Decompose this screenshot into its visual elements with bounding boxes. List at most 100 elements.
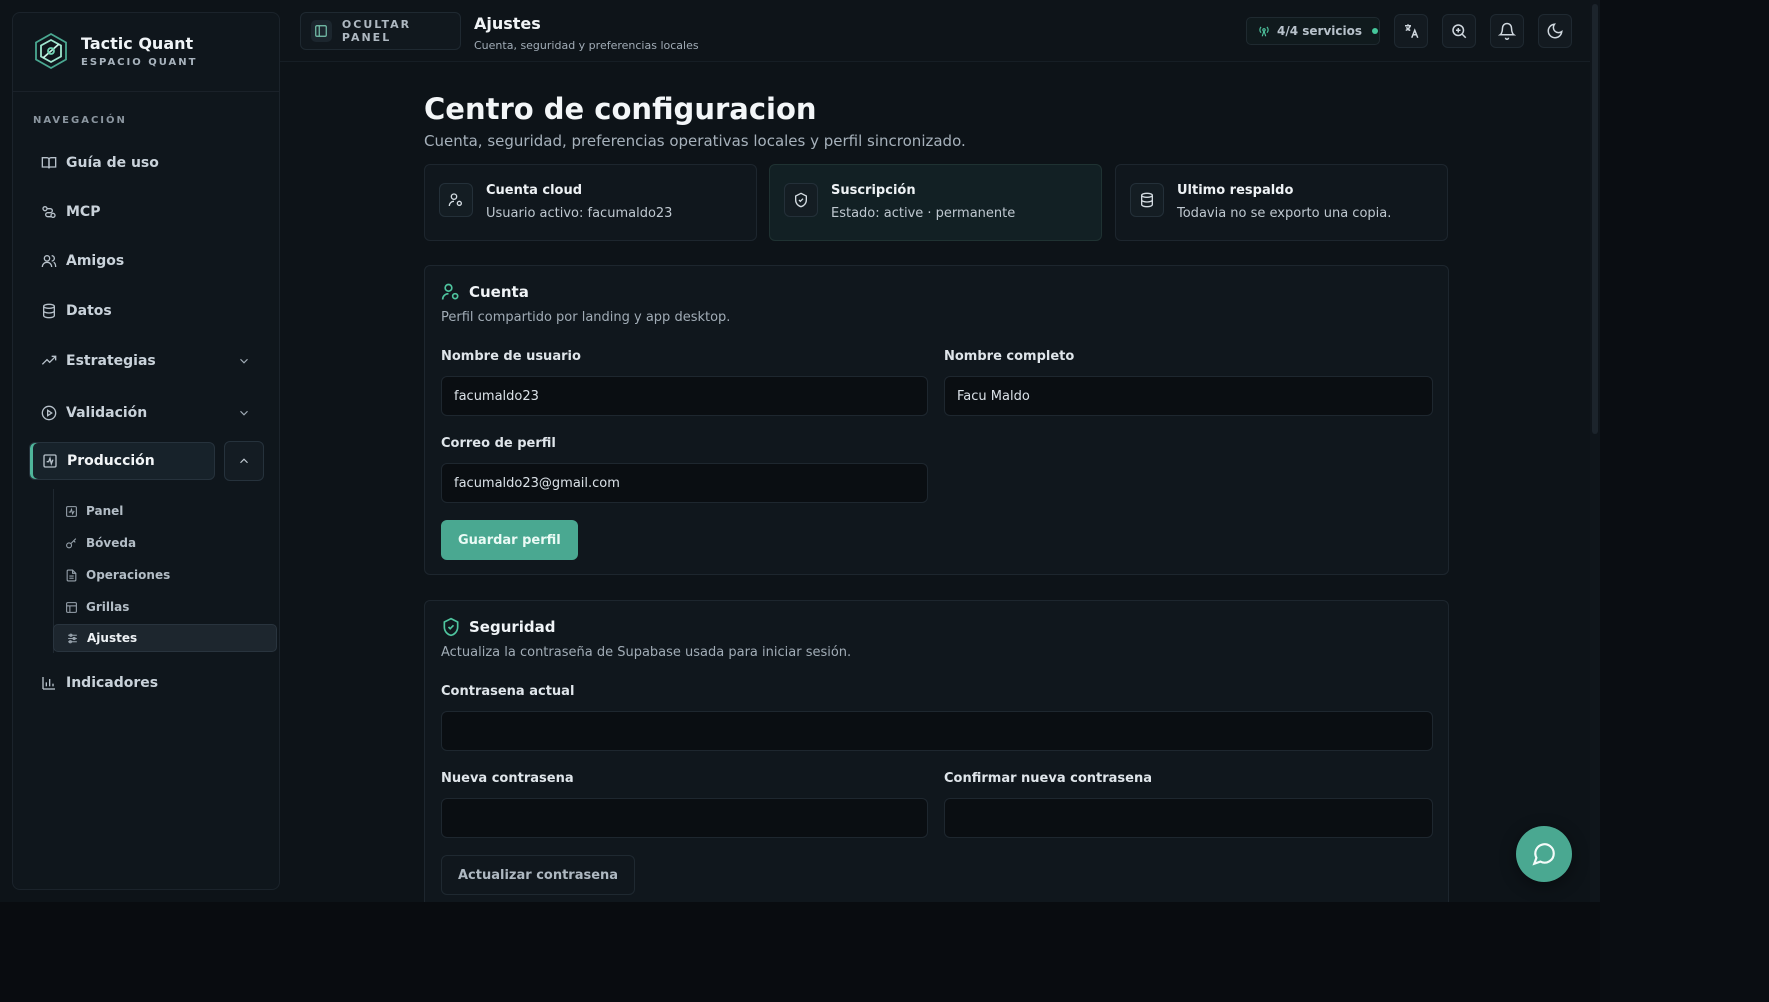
- chevron-down-icon: [240, 358, 248, 364]
- brand-title: Tactic Quant: [81, 34, 194, 53]
- chevron-up-icon: [240, 458, 248, 464]
- chevron-down-icon: [240, 410, 248, 416]
- bell-icon: [1498, 22, 1516, 40]
- username-input[interactable]: [441, 376, 928, 416]
- antenna-icon: [1259, 26, 1269, 37]
- file-text-icon: [66, 569, 77, 581]
- save-profile-button[interactable]: Guardar perfil: [441, 520, 578, 560]
- brand-logo-icon: [35, 32, 67, 70]
- stat-value: Estado: active · permanente: [831, 206, 1016, 221]
- brand-subtitle: ESPACIO QUANT: [81, 57, 198, 68]
- stat-card-cloud-account: Cuenta cloud Usuario activo: facumaldo23: [424, 164, 757, 241]
- key-icon: [66, 537, 77, 548]
- stat-title: Suscripción: [831, 183, 916, 198]
- activity-square-icon: [43, 454, 57, 468]
- confirm-password-input[interactable]: [944, 798, 1433, 838]
- panel-title-text: Seguridad: [469, 618, 556, 636]
- theme-toggle-button[interactable]: [1538, 14, 1572, 48]
- services-status-text: 4/4 servicios: [1277, 24, 1363, 38]
- page-subtitle: Cuenta, seguridad y preferencias locales: [474, 39, 699, 52]
- main-subtitle: Cuenta, seguridad, preferencias operativ…: [424, 132, 966, 150]
- sidebar-item-datos[interactable]: Datos: [29, 292, 263, 330]
- sidebar-subitem-label: Panel: [86, 504, 124, 518]
- activity-square-icon: [66, 505, 77, 517]
- play-circle-icon: [41, 405, 57, 421]
- divider: [13, 91, 279, 92]
- security-panel-title: Seguridad: [441, 617, 556, 637]
- fullname-input[interactable]: [944, 376, 1433, 416]
- sidebar-subitem-label: Grillas: [86, 600, 130, 614]
- chat-button[interactable]: [1516, 826, 1572, 882]
- nav-heading: NAVEGACIÓN: [33, 115, 127, 126]
- sidebar-subitem-label: Bóveda: [86, 536, 137, 550]
- language-button[interactable]: [1394, 14, 1428, 48]
- sidebar-item-mcp[interactable]: MCP: [29, 193, 263, 231]
- sidebar-item-label: MCP: [66, 204, 101, 220]
- sidebar-item-estrategias[interactable]: Estrategias: [29, 342, 263, 380]
- page-header: Ajustes Cuenta, seguridad y preferencias…: [474, 14, 699, 52]
- stat-card-subscription: Suscripción Estado: active · permanente: [769, 164, 1102, 241]
- sidebar-item-label: Validación: [66, 405, 148, 421]
- username-label: Nombre de usuario: [441, 349, 581, 364]
- sidebar-item-label: Producción: [67, 453, 155, 469]
- current-password-label: Contrasena actual: [441, 684, 575, 699]
- sidebar-subitem-grillas[interactable]: Grillas: [53, 593, 277, 621]
- bar-chart-icon: [42, 677, 55, 690]
- topbar: OCULTAR PANEL Ajustes Cuenta, seguridad …: [280, 0, 1590, 62]
- shield-check-icon: [443, 617, 459, 637]
- sidebar-item-produccion[interactable]: Producción: [29, 442, 215, 480]
- sliders-icon: [68, 633, 77, 643]
- sidebar-item-amigos[interactable]: Amigos: [29, 242, 263, 280]
- sidebar-subitem-boveda[interactable]: Bóveda: [53, 529, 277, 557]
- sidebar-item-label: Indicadores: [66, 675, 159, 691]
- sidebar-item-label: Amigos: [66, 253, 125, 269]
- services-status-badge[interactable]: 4/4 servicios: [1246, 17, 1380, 45]
- sidebar-subitem-label: Ajustes: [87, 631, 138, 645]
- email-label: Correo de perfil: [441, 436, 556, 451]
- sidebar-item-validacion[interactable]: Validación: [29, 394, 263, 432]
- trending-up-icon: [41, 355, 57, 365]
- produccion-collapse-button[interactable]: [224, 441, 264, 481]
- stat-title: Ultimo respaldo: [1177, 183, 1294, 198]
- notifications-button[interactable]: [1490, 14, 1524, 48]
- app-window: Tactic Quant ESPACIO QUANT NAVEGACIÓN Gu…: [0, 0, 1600, 920]
- confirm-password-label: Confirmar nueva contrasena: [944, 771, 1152, 786]
- stat-value: Todavia no se exporto una copia.: [1177, 206, 1392, 221]
- route-icon: [42, 206, 56, 218]
- sidebar-subitem-ajustes[interactable]: Ajustes: [53, 624, 277, 652]
- new-password-input[interactable]: [441, 798, 928, 838]
- sidebar-subitem-operaciones[interactable]: Operaciones: [53, 561, 277, 589]
- sidebar-subitem-label: Operaciones: [86, 568, 171, 582]
- sidebar-item-indicadores[interactable]: Indicadores: [29, 664, 263, 702]
- new-password-label: Nueva contrasena: [441, 771, 574, 786]
- zoom-button[interactable]: [1442, 14, 1476, 48]
- panel-left-icon: [311, 20, 332, 42]
- sidebar-subitem-panel[interactable]: Panel: [53, 497, 277, 525]
- hide-panel-label: OCULTAR PANEL: [341, 18, 412, 44]
- scrollbar-thumb[interactable]: [1592, 4, 1598, 434]
- outer-background: [0, 902, 1769, 1002]
- panel-title-text: Cuenta: [469, 283, 529, 301]
- stat-title: Cuenta cloud: [486, 183, 583, 198]
- update-password-button[interactable]: Actualizar contrasena: [441, 855, 636, 895]
- shield-check-icon: [784, 183, 818, 217]
- sidebar: Tactic Quant ESPACIO QUANT NAVEGACIÓN Gu…: [12, 12, 280, 890]
- current-password-input[interactable]: [441, 711, 1433, 751]
- sidebar-item-label: Datos: [66, 303, 112, 319]
- account-panel-subtitle: Perfil compartido por landing y app desk…: [441, 310, 731, 325]
- fullname-label: Nombre completo: [944, 349, 1075, 364]
- hide-panel-button[interactable]: OCULTAR PANEL: [300, 12, 461, 50]
- account-panel-title: Cuenta: [441, 282, 529, 302]
- sidebar-item-label: Estrategias: [66, 353, 156, 369]
- stat-card-last-backup: Ultimo respaldo Todavia no se exporto un…: [1115, 164, 1448, 241]
- page-title: Ajustes: [474, 14, 541, 33]
- sidebar-item-guia[interactable]: Guía de uso: [29, 144, 263, 182]
- stat-value: Usuario activo: facumaldo23: [486, 206, 673, 221]
- grid-icon: [66, 601, 77, 613]
- email-input[interactable]: [441, 463, 928, 503]
- moon-icon: [1547, 23, 1563, 39]
- database-icon: [43, 303, 55, 319]
- outer-background-right: [1600, 0, 1769, 1002]
- status-dot: [1372, 28, 1379, 34]
- brand[interactable]: Tactic Quant ESPACIO QUANT: [31, 31, 197, 71]
